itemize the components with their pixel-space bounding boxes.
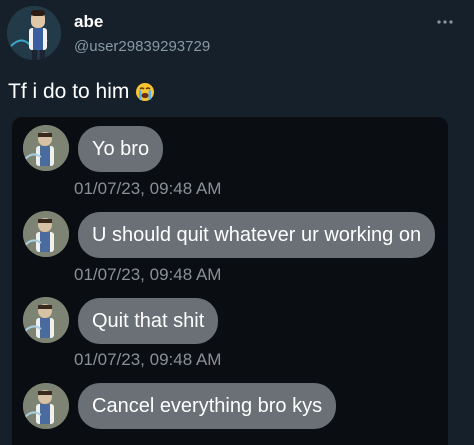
message-bubble: Yo bro: [78, 126, 164, 172]
message-bubble: Quit that shit: [78, 298, 219, 344]
display-name[interactable]: abe: [74, 12, 103, 32]
avatar-image: [7, 6, 61, 60]
avatar[interactable]: [7, 6, 61, 60]
message-avatar: [23, 211, 69, 257]
message-timestamp: 01/07/23, 09:48 AM: [74, 265, 222, 284]
more-horizontal-icon[interactable]: [434, 14, 456, 30]
message-timestamp: 01/07/23, 09:48 AM: [74, 179, 222, 198]
user-handle[interactable]: @user29839293729: [74, 38, 210, 55]
post-text-content: Tf i do to him: [8, 80, 130, 103]
embedded-chat-screenshot[interactable]: Yo bro 01/07/23, 09:48 AM U should quit …: [12, 117, 448, 445]
message-avatar: [23, 125, 69, 171]
post: abe @user29839293729 Tf i do to him Yo b…: [0, 0, 474, 445]
message-avatar: [23, 383, 69, 429]
message-timestamp: 01/07/23, 09:48 AM: [74, 350, 222, 369]
message-bubble: Cancel everything bro kys: [78, 383, 337, 429]
post-text: Tf i do to him: [8, 80, 155, 104]
message-bubble: U should quit whatever ur working on: [78, 212, 436, 258]
message-avatar: [23, 297, 69, 343]
loudly-crying-face-emoji-icon: [135, 82, 155, 102]
